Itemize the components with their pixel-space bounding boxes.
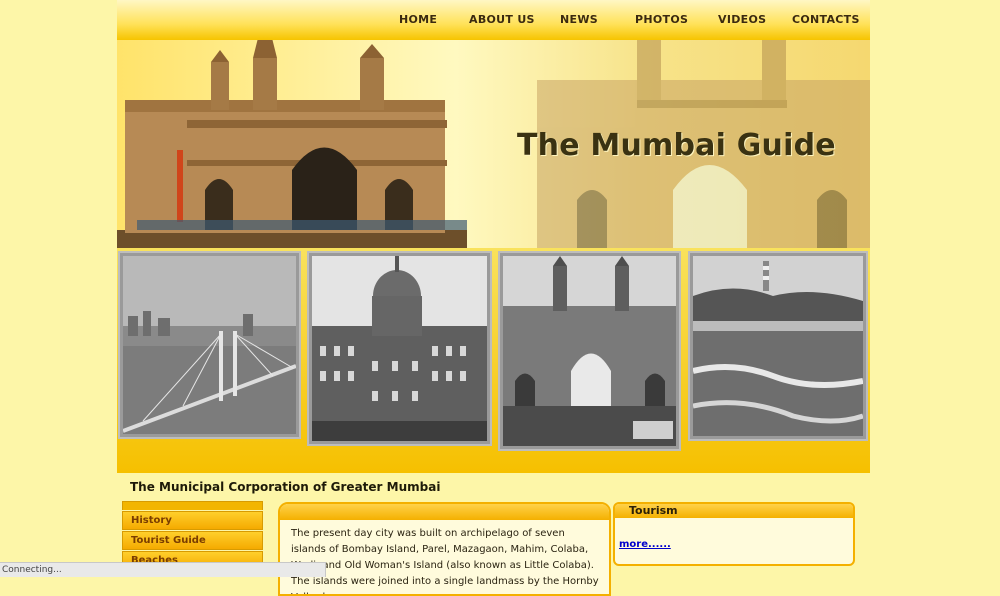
photo-sea-link[interactable] (120, 253, 299, 437)
intro-text: The present day city was built on archip… (291, 528, 599, 594)
gateway-left-image (117, 40, 467, 248)
nav-about-us[interactable]: ABOUT US (469, 13, 535, 26)
top-nav: HOME ABOUT US NEWS PHOTOS VIDEOS CONTACT… (117, 0, 870, 40)
photo-gateway[interactable] (500, 253, 679, 449)
page-heading: The Municipal Corporation of Greater Mum… (130, 480, 441, 494)
header-banner: The Mumbai Guide (117, 40, 870, 248)
intro-panel-header (280, 504, 609, 520)
tourism-more-link[interactable]: more...... (619, 539, 671, 550)
intro-panel: The present day city was built on archip… (278, 502, 611, 596)
nav-photos[interactable]: PHOTOS (635, 13, 688, 26)
tourism-title: Tourism (615, 504, 853, 518)
nav-news[interactable]: NEWS (560, 13, 598, 26)
nav-videos[interactable]: VIDEOS (718, 13, 766, 26)
browser-status-bar: Connecting... (0, 562, 326, 577)
sidebar-item-history[interactable]: History (122, 511, 263, 530)
nav-home[interactable]: HOME (399, 13, 437, 26)
sidebar-top-bar (122, 501, 263, 510)
photo-taj-hotel[interactable] (309, 253, 490, 444)
status-text: Connecting... (2, 565, 62, 575)
photo-strip (117, 248, 870, 473)
site-container: HOME ABOUT US NEWS PHOTOS VIDEOS CONTACT… (117, 0, 870, 596)
site-title: The Mumbai Guide (517, 128, 836, 163)
tourism-panel: Tourism more...... (613, 502, 855, 566)
photo-beach[interactable] (690, 253, 866, 439)
sidebar-item-tourist-guide[interactable]: Tourist Guide (122, 531, 263, 550)
sidebar-menu: History Tourist Guide Beaches (122, 501, 263, 570)
nav-contacts[interactable]: CONTACTS (792, 13, 860, 26)
